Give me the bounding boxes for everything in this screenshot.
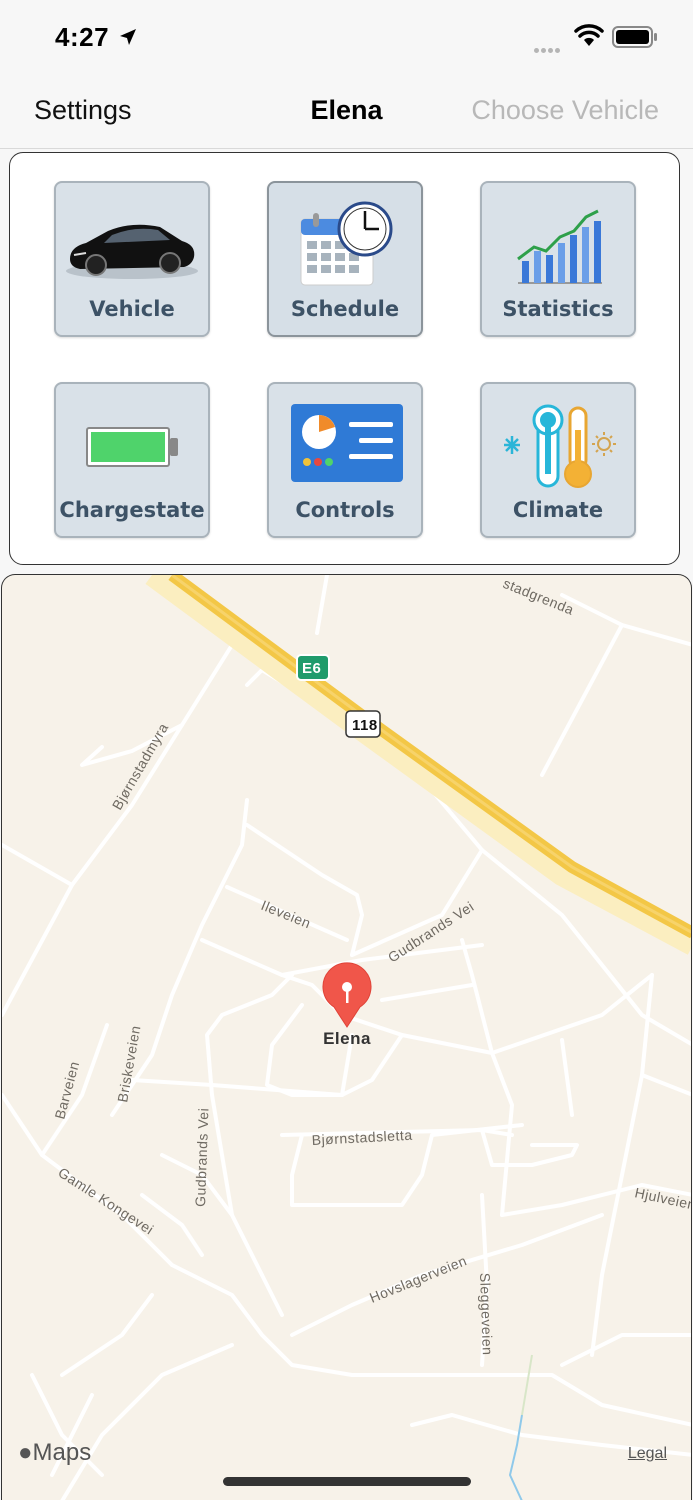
apple-logo-icon: ● bbox=[18, 1439, 33, 1466]
tile-label: Climate bbox=[512, 498, 604, 522]
calendar-clock-icon bbox=[300, 201, 393, 286]
controls-tile[interactable]: Controls bbox=[267, 382, 423, 538]
gudbrands-vei-label-2: Gudbrands Vei bbox=[192, 1107, 211, 1207]
tile-label: Schedule bbox=[290, 297, 400, 321]
wifi-icon bbox=[574, 24, 604, 46]
thermometer-icon bbox=[504, 404, 616, 488]
controls-icon bbox=[291, 404, 403, 482]
ileveien-label: Ileveien bbox=[259, 897, 313, 931]
location-pin-icon[interactable] bbox=[322, 962, 372, 1028]
bar-chart-icon bbox=[517, 209, 602, 284]
tile-label: Vehicle bbox=[89, 297, 175, 321]
schedule-tile[interactable]: Schedule bbox=[267, 181, 423, 337]
briskeveien-label: Briskeveien bbox=[114, 1024, 143, 1103]
signal-icon bbox=[534, 40, 562, 58]
status-bar: 4:27 bbox=[0, 0, 693, 76]
pin-label: Elena bbox=[323, 1029, 371, 1048]
legal-link[interactable]: Legal bbox=[628, 1445, 667, 1463]
choose-vehicle-button[interactable]: Choose Vehicle bbox=[471, 95, 659, 126]
maps-logo-text: Maps bbox=[32, 1439, 92, 1466]
road-118-label: 118 bbox=[352, 717, 378, 734]
map-view[interactable]: E6 118 stadgrenda Bjørnstadmyra Ileveien… bbox=[1, 574, 692, 1500]
vehicle-tile[interactable]: Vehicle bbox=[54, 181, 210, 337]
barveien-label: Barveien bbox=[51, 1059, 82, 1120]
car-icon bbox=[66, 224, 198, 279]
tile-label: Statistics bbox=[502, 297, 614, 321]
location-arrow-icon bbox=[120, 29, 136, 45]
statistics-tile[interactable]: Statistics bbox=[480, 181, 636, 337]
gudbrands-vei-label: Gudbrands Vei bbox=[385, 898, 477, 965]
maps-logo: ●Maps bbox=[18, 1439, 91, 1467]
bjornstadsletta-label: Bjørnstadsletta bbox=[311, 1127, 413, 1148]
menu-panel: Vehicle Schedule Statistics Chargestate … bbox=[9, 152, 680, 565]
home-indicator[interactable] bbox=[223, 1477, 471, 1486]
chargestate-tile[interactable]: Chargestate bbox=[54, 382, 210, 538]
status-time: 4:27 bbox=[55, 22, 110, 52]
battery-status-icon bbox=[612, 26, 657, 48]
navigation-bar: Elena Settings Choose Vehicle bbox=[0, 76, 693, 149]
bjornstadmyra-label: Bjørnstadmyra bbox=[109, 720, 172, 812]
battery-icon bbox=[86, 427, 178, 467]
gamle-kongevei-label: Gamle Kongevei bbox=[55, 1164, 156, 1238]
settings-button[interactable]: Settings bbox=[34, 95, 132, 126]
hovslagerveien-label: Hovslagerveien bbox=[367, 1252, 469, 1306]
tile-label: Controls bbox=[295, 498, 395, 522]
tile-label: Chargestate bbox=[59, 498, 205, 522]
road-e6-label: E6 bbox=[302, 660, 321, 677]
climate-tile[interactable]: Climate bbox=[480, 382, 636, 538]
sleggeveien-label: Sleggeveien bbox=[477, 1273, 496, 1356]
